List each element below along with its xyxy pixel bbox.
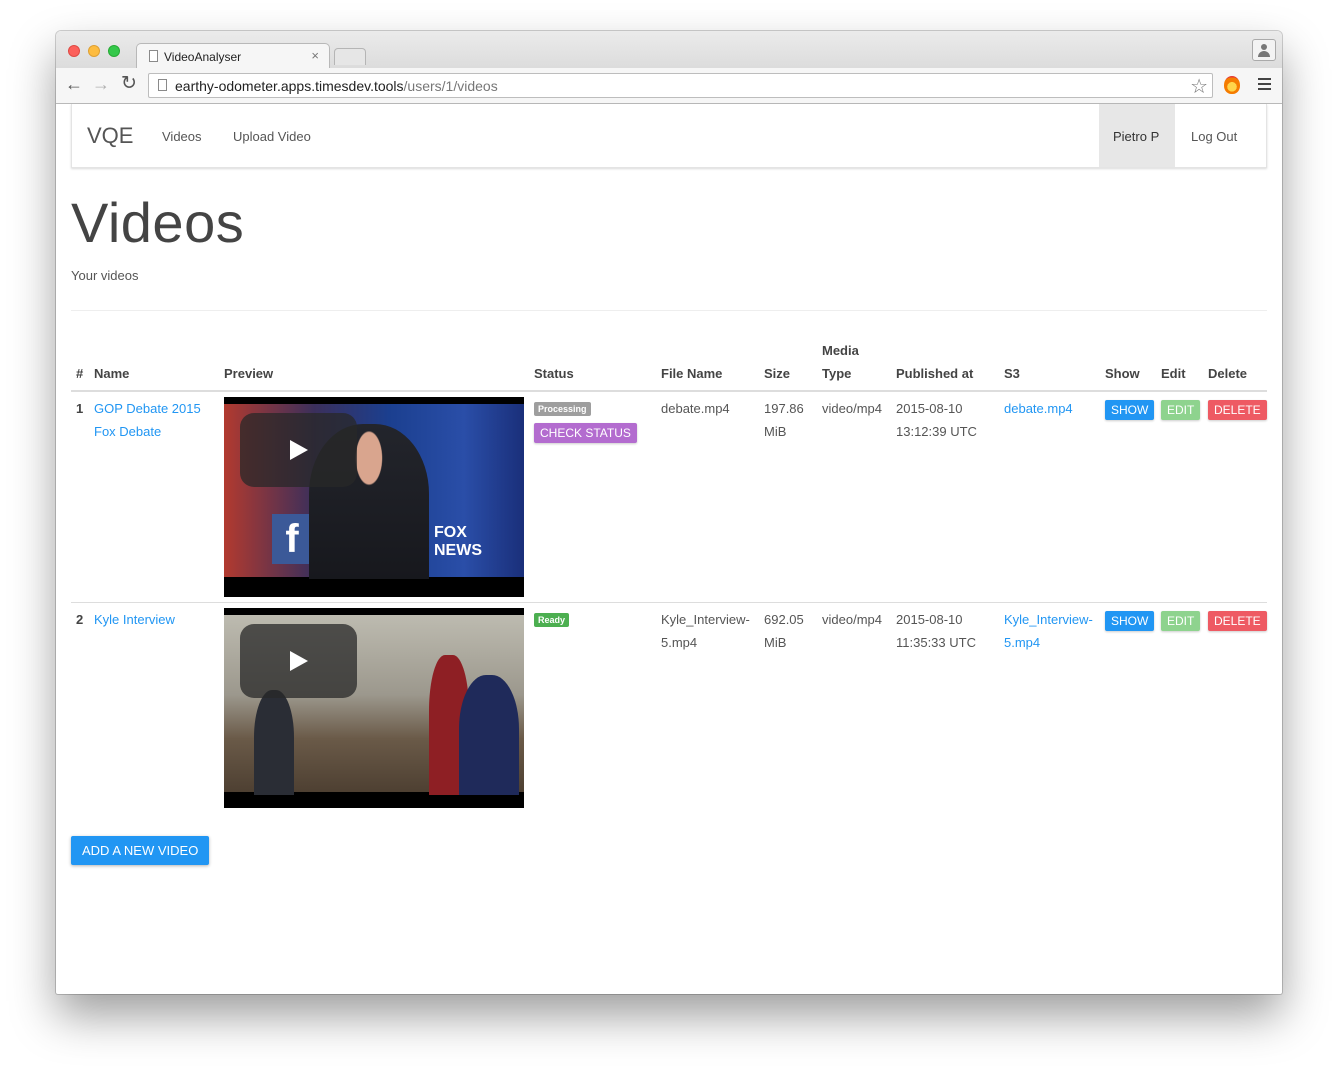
edit-button[interactable]: EDIT — [1161, 400, 1201, 420]
title-bar: VideoAnalyser × — [56, 31, 1282, 70]
video-preview[interactable]: f FOX NEWS — [224, 397, 524, 597]
forward-icon[interactable]: → — [92, 74, 110, 94]
published-date: 2015-08-10 — [896, 401, 963, 416]
browser-toolbar: ← → ↻ earthy-odometer.apps.timesdev.tool… — [56, 68, 1282, 104]
video-name-link-line2[interactable]: Fox Debate — [94, 420, 161, 443]
s3-link[interactable]: debate.mp4 — [1004, 397, 1073, 420]
brand-logo[interactable]: VQE — [87, 123, 133, 149]
edit-button[interactable]: EDIT — [1161, 611, 1201, 631]
header-name: Name — [94, 366, 130, 381]
row-index: 1 — [76, 401, 84, 416]
page-info-icon[interactable] — [158, 79, 167, 91]
tab-title: VideoAnalyser — [164, 50, 242, 64]
page-content: VQE Videos Upload Video Pietro P Log Out… — [56, 104, 1282, 994]
add-new-video-button[interactable]: ADD A NEW VIDEO — [71, 836, 210, 865]
row-index: 2 — [76, 612, 84, 627]
menu-icon[interactable] — [1258, 78, 1271, 93]
nav-user[interactable]: Pietro P — [1099, 104, 1175, 167]
header-preview: Preview — [224, 366, 274, 381]
page-icon — [149, 50, 158, 62]
url-host: earthy-odometer.apps.timesdev.tools — [175, 78, 404, 94]
show-button[interactable]: SHOW — [1105, 611, 1155, 631]
tab-close-icon[interactable]: × — [311, 48, 319, 63]
header-delete: Delete — [1208, 366, 1248, 381]
new-tab-button[interactable] — [334, 48, 366, 65]
file-size: 692.05 — [764, 612, 804, 627]
nav-user-label: Pietro P — [1113, 129, 1160, 144]
header-show: Show — [1105, 366, 1140, 381]
nav-link-upload-video[interactable]: Upload Video — [233, 129, 311, 144]
minimize-window-button[interactable] — [88, 45, 100, 57]
check-status-button[interactable]: CHECK STATUS — [534, 423, 637, 443]
video-name-link[interactable]: Kyle Interview — [94, 608, 175, 631]
divider — [71, 310, 1267, 311]
file-name-line2: 5.mp4 — [661, 635, 698, 650]
show-button[interactable]: SHOW — [1105, 400, 1155, 420]
fox-news-logo: FOX NEWS — [434, 524, 482, 559]
published-time: 13:12:39 UTC — [896, 424, 977, 439]
maximize-window-button[interactable] — [108, 45, 120, 57]
header-published: Published at — [896, 366, 974, 381]
app-navbar: VQE Videos Upload Video Pietro P Log Out — [71, 104, 1267, 168]
published-date: 2015-08-10 — [896, 612, 963, 627]
published-time: 11:35:33 UTC — [896, 635, 976, 650]
extension-icon[interactable] — [1224, 76, 1240, 94]
file-size: 197.86 — [764, 401, 804, 416]
header-media-type-line2: Type — [822, 366, 852, 381]
header-status: Status — [534, 366, 574, 381]
header-index: # — [76, 366, 84, 381]
header-media-type-line1: Media — [822, 343, 859, 358]
facebook-logo: f — [272, 514, 312, 564]
delete-button[interactable]: DELETE — [1208, 611, 1267, 631]
browser-window: VideoAnalyser × ← → ↻ earthy-odometer.ap… — [56, 31, 1282, 994]
status-badge: Processing — [534, 402, 591, 416]
page-title: Videos — [71, 191, 245, 254]
play-icon[interactable] — [240, 624, 357, 698]
file-size-unit: MiB — [764, 635, 787, 650]
url-path: /users/1/videos — [403, 78, 498, 94]
status-badge: Ready — [534, 613, 570, 627]
play-icon[interactable] — [240, 413, 357, 487]
media-type: video/mp4 — [822, 401, 882, 416]
close-window-button[interactable] — [68, 45, 80, 57]
video-name-link[interactable]: GOP Debate 2015 — [94, 397, 201, 420]
page-subtitle: Your videos — [71, 268, 139, 283]
browser-tab[interactable]: VideoAnalyser × — [136, 43, 330, 70]
row-divider — [71, 602, 1267, 603]
header-s3: S3 — [1004, 366, 1020, 381]
reload-icon[interactable]: ↻ — [121, 74, 137, 94]
bookmark-star-icon[interactable]: ☆ — [1190, 74, 1208, 99]
nav-link-logout[interactable]: Log Out — [1191, 129, 1237, 144]
video-preview[interactable] — [224, 608, 524, 808]
table-header-divider — [71, 390, 1267, 392]
file-size-unit: MiB — [764, 424, 787, 439]
header-size: Size — [764, 366, 791, 381]
nav-link-videos[interactable]: Videos — [162, 129, 202, 144]
media-type: video/mp4 — [822, 612, 882, 627]
header-file-name: File Name — [661, 366, 723, 381]
file-name: debate.mp4 — [661, 401, 730, 416]
header-edit: Edit — [1161, 366, 1186, 381]
url-text[interactable]: earthy-odometer.apps.timesdev.tools/user… — [175, 78, 498, 94]
file-name: Kyle_Interview- — [661, 612, 750, 627]
address-bar[interactable]: earthy-odometer.apps.timesdev.tools/user… — [148, 73, 1213, 98]
s3-link[interactable]: Kyle_Interview- — [1004, 608, 1093, 631]
profile-icon[interactable] — [1252, 39, 1276, 61]
back-icon[interactable]: ← — [65, 74, 83, 94]
delete-button[interactable]: DELETE — [1208, 400, 1267, 420]
s3-link-line2[interactable]: 5.mp4 — [1004, 631, 1040, 654]
